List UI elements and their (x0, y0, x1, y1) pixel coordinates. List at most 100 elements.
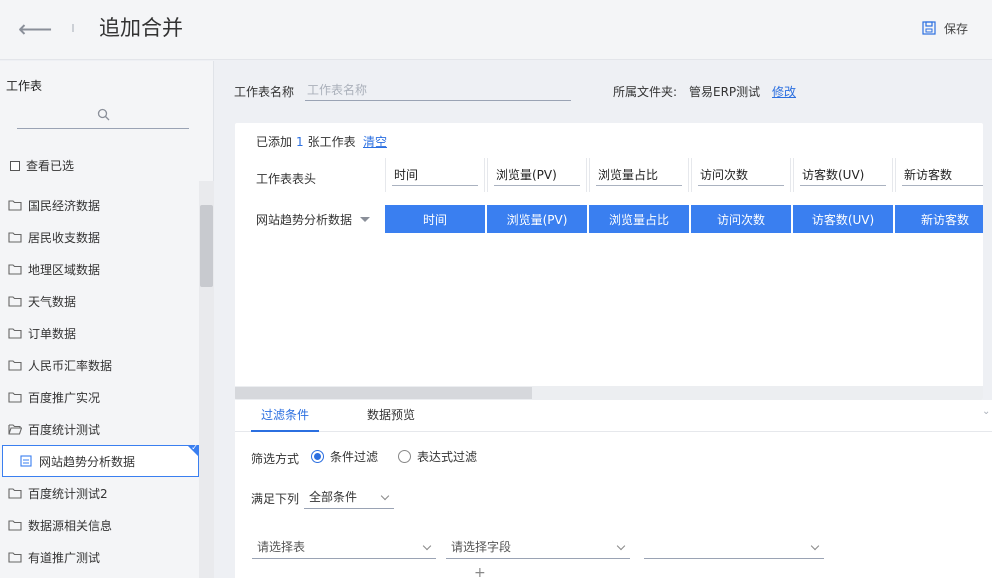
folder-icon (8, 200, 22, 211)
header-cell (385, 158, 485, 192)
chevron-down-icon[interactable]: ⌄ (982, 406, 992, 417)
sidebar-search-input[interactable] (17, 103, 189, 129)
header-row-label: 工作表表头 (256, 172, 317, 186)
folder-icon (8, 296, 22, 307)
added-suffix: 张工作表 (307, 135, 356, 149)
header-cell (589, 158, 689, 192)
folder-icon (8, 520, 22, 531)
radio-dot[interactable] (398, 450, 411, 463)
sidebar-item-3[interactable]: 天气数据 (0, 285, 199, 317)
header-column-input[interactable] (902, 164, 983, 186)
save-button[interactable]: 保存 (922, 18, 968, 38)
sidebar-title: 工作表 (6, 79, 43, 93)
field-chip[interactable]: 访客数(UV) (793, 205, 893, 233)
sidebar-item-1[interactable]: 居民收支数据 (0, 221, 199, 253)
tab-filter[interactable]: 过滤条件 (251, 400, 319, 432)
clear-link[interactable]: 清空 (363, 133, 387, 150)
save-label: 保存 (943, 21, 968, 36)
folder-edit-link[interactable]: 修改 (772, 83, 796, 100)
sidebar-item-7[interactable]: 百度统计测试 (0, 413, 199, 445)
condition-scope-select[interactable]: 全部条件 (304, 485, 394, 509)
folder-name: 管易ERP测试 (689, 85, 761, 99)
header-column-input[interactable] (596, 164, 682, 186)
field-chip[interactable]: 访问次数 (691, 205, 791, 233)
sidebar-item-label: 天气数据 (28, 294, 77, 309)
main-area: 工作表名称 所属文件夹: 管易ERP测试 修改 已添加1张工作表 清空 工作表表… (215, 61, 992, 578)
field-chip[interactable]: 浏览量占比 (589, 205, 689, 233)
sidebar-item-label: 百度统计测试2 (28, 486, 108, 501)
sheet-name: 网站趋势分析数据 (256, 213, 353, 227)
chevron-down-icon (422, 541, 432, 551)
field-select[interactable]: 请选择字段 (446, 535, 630, 559)
sidebar-item-0[interactable]: 国民经济数据 (0, 189, 199, 221)
sidebar-item-8[interactable]: 网站趋势分析数据 ✓ (2, 444, 199, 477)
worksheet-icon (20, 455, 32, 467)
sidebar-item-label: 订单数据 (28, 326, 77, 341)
select-placeholder: 请选择字段 (451, 540, 512, 554)
sidebar-item-label: 数据源相关信息 (28, 518, 113, 533)
worksheet-name-label: 工作表名称 (234, 85, 295, 99)
radio-label: 条件过滤 (330, 450, 379, 464)
worksheet-name-input[interactable] (305, 79, 571, 101)
sheet-dropdown[interactable]: 网站趋势分析数据 (256, 211, 371, 228)
folder-icon (8, 552, 22, 563)
folder-icon (8, 488, 22, 499)
folder-icon (8, 232, 22, 243)
worksheet-tree: 国民经济数据 居民收支数据 地理区域数据 天气数据 订单数据 人民币汇率数据 百… (0, 189, 199, 573)
sidebar-item-10[interactable]: 数据源相关信息 (0, 509, 199, 541)
select-value: 全部条件 (309, 490, 358, 504)
sidebar-item-6[interactable]: 百度推广实况 (0, 381, 199, 413)
sidebar-item-5[interactable]: 人民币汇率数据 (0, 349, 199, 381)
satisfy-label: 满足下列 (251, 492, 300, 506)
header-cell (793, 158, 893, 192)
view-checked-label: 查看已选 (26, 159, 75, 173)
page-title: 追加合并 (99, 16, 183, 40)
header-cell (895, 158, 983, 192)
tab-preview[interactable]: 数据预览 (365, 400, 417, 432)
folder-open-icon (8, 424, 22, 435)
header-column-input[interactable] (698, 164, 784, 186)
header-columns (385, 158, 983, 192)
horizontal-scrollbar-thumb[interactable] (235, 387, 532, 399)
sidebar-item-label: 人民币汇率数据 (28, 358, 113, 373)
header-column-input[interactable] (800, 164, 886, 186)
folder-icon (8, 360, 22, 371)
field-chip[interactable]: 浏览量(PV) (487, 205, 587, 233)
table-select[interactable]: 请选择表 (252, 535, 436, 559)
top-bar: ⟵ 追加合并 保存 (0, 0, 992, 60)
radio-dot[interactable] (311, 450, 324, 463)
folder-icon (8, 328, 22, 339)
radio-label: 表达式过滤 (417, 450, 478, 464)
sidebar-item-label: 地理区域数据 (28, 262, 101, 277)
worksheet-sidebar: 工作表 查看已选 国民经济数据 居民收支数据 地理区域数据 天气数据 订单数据 (0, 61, 214, 578)
sidebar-scrollbar-thumb[interactable] (200, 205, 213, 287)
caret-down-icon (360, 217, 371, 222)
sidebar-item-11[interactable]: 有道推广测试 (0, 541, 199, 573)
sidebar-item-9[interactable]: 百度统计测试2 (0, 477, 199, 509)
radio-expression-filter[interactable]: 表达式过滤 (398, 448, 477, 465)
field-chip[interactable]: 时间 (385, 205, 485, 233)
folder-icon (8, 392, 22, 403)
checkbox-box[interactable] (10, 160, 20, 171)
header-cell (691, 158, 791, 192)
sheet-field-columns: 时间 浏览量(PV) 浏览量占比 访问次数 访客数(UV) 新访客数 (385, 205, 983, 233)
save-icon (922, 21, 936, 35)
folder-icon (8, 264, 22, 275)
chevron-down-icon (616, 541, 626, 551)
merge-panel: 已添加1张工作表 清空 工作表表头 网站趋势分析数据 时间 浏览量(PV) 浏览… (235, 123, 983, 400)
added-prefix: 已添加 (256, 135, 293, 149)
title-divider (72, 24, 74, 32)
value-select[interactable] (644, 535, 824, 559)
added-info: 已添加 1 张工作表 (256, 133, 356, 150)
back-arrow-icon[interactable]: ⟵ (18, 14, 52, 44)
view-checked-checkbox[interactable]: 查看已选 (10, 157, 74, 174)
select-placeholder: 请选择表 (257, 540, 306, 554)
field-chip[interactable]: 新访客数 (895, 205, 983, 233)
radio-condition-filter[interactable]: 条件过滤 (311, 448, 378, 465)
sidebar-item-4[interactable]: 订单数据 (0, 317, 199, 349)
sidebar-item-2[interactable]: 地理区域数据 (0, 253, 199, 285)
add-condition-plus-icon[interactable]: + (474, 566, 486, 578)
header-column-input[interactable] (494, 164, 580, 186)
sidebar-item-label: 有道推广测试 (28, 550, 101, 565)
header-column-input[interactable] (392, 164, 478, 186)
